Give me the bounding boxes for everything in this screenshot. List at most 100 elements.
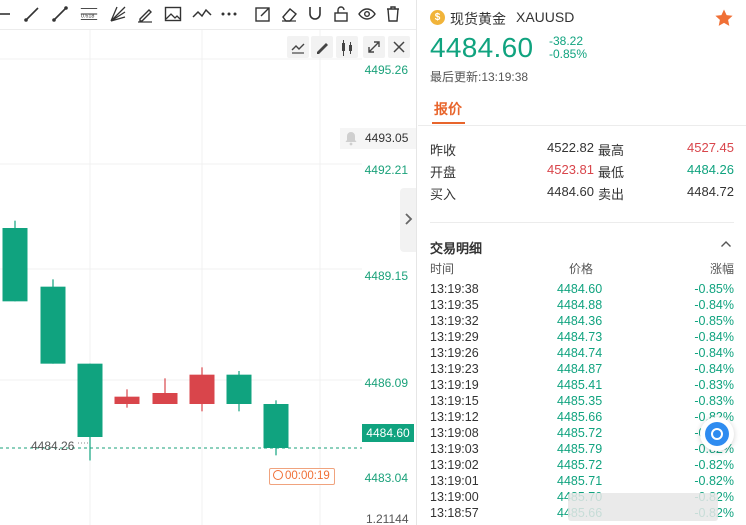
- close-icon[interactable]: [388, 36, 410, 58]
- trade-row: 13:19:26 4484.74 -0.84%: [418, 346, 746, 362]
- price-tick: 4486.09: [364, 376, 408, 390]
- candle-body[interactable]: [114, 396, 140, 404]
- trade-row: 13:19:02 4485.72 -0.82%: [418, 458, 746, 474]
- trade-price: 4485.66: [557, 410, 603, 424]
- trades-list[interactable]: 13:19:38 4484.60 -0.85% 13:19:35 4484.88 -0.8…: [418, 282, 746, 525]
- magnet-icon[interactable]: [305, 4, 325, 24]
- collapse-panel-button[interactable]: [400, 188, 416, 252]
- trend-line-icon[interactable]: [50, 4, 70, 24]
- trade-row: 13:19:38 4484.60 -0.85%: [418, 282, 746, 298]
- trade-price: 4485.41: [557, 378, 603, 392]
- trade-time: 13:18:57: [430, 506, 479, 520]
- divider: [430, 222, 734, 223]
- fan-icon[interactable]: [108, 4, 128, 24]
- trade-row: 13:19:35 4484.88 -0.84%: [418, 298, 746, 314]
- note-icon[interactable]: [253, 4, 273, 24]
- last-update-time: 最后更新:13:19:38: [430, 70, 529, 84]
- trade-change: -0.84%: [694, 298, 734, 312]
- trade-change: -0.82%: [694, 458, 734, 472]
- trade-time: 13:19:01: [430, 474, 479, 488]
- candle-style-icon[interactable]: [336, 36, 358, 58]
- lock-icon[interactable]: [331, 4, 351, 24]
- fullscreen-icon[interactable]: [363, 36, 385, 58]
- indicator-icon[interactable]: [287, 36, 309, 58]
- countdown-text: 00:00:19: [285, 470, 330, 482]
- candle-body[interactable]: [226, 374, 252, 404]
- wave-icon[interactable]: [192, 4, 212, 24]
- trade-row: 13:19:23 4484.87 -0.84%: [418, 362, 746, 378]
- trade-price: 4484.36: [557, 314, 603, 328]
- trade-time: 13:19:32: [430, 314, 479, 328]
- symbol-name: 现货黄金: [450, 11, 506, 27]
- stat-label: 最高: [598, 143, 625, 158]
- more-icon[interactable]: [219, 4, 239, 24]
- ray-tool-icon[interactable]: [22, 4, 42, 24]
- trade-time: 13:19:23: [430, 362, 479, 376]
- stat-value: 4527.45: [687, 140, 734, 155]
- trade-price: 4485.35: [557, 394, 603, 408]
- trade-row: 13:19:124485.66-0.82%: [418, 410, 746, 426]
- brush-icon[interactable]: [135, 4, 155, 24]
- trade-price: 4485.71: [557, 474, 603, 488]
- trade-change: -0.84%: [694, 346, 734, 360]
- current-price-tag: 4484.60: [362, 424, 414, 442]
- trade-change: -0.83%: [694, 378, 734, 392]
- trade-row: 13:19:034485.79-0.82%: [418, 442, 746, 458]
- trade-row: 13:19:15 4485.35 -0.83%: [418, 394, 746, 410]
- eraser-icon[interactable]: [279, 4, 299, 24]
- trash-icon[interactable]: [383, 4, 403, 24]
- stat-value: 4484.60: [547, 184, 594, 199]
- candle-body[interactable]: [263, 404, 289, 448]
- trade-change: -0.85%: [694, 282, 734, 296]
- trade-row: 13:19:19 4485.41 -0.83%: [418, 378, 746, 394]
- divider: [418, 125, 746, 126]
- trade-time: 13:19:03: [430, 442, 479, 456]
- candle-body[interactable]: [40, 286, 66, 364]
- trade-row: 13:19:32 4484.36 -0.85%: [418, 314, 746, 330]
- candle-body[interactable]: [189, 374, 215, 404]
- stat-label: 昨收: [430, 143, 457, 158]
- chart-area[interactable]: 0.618 4495.26 4492.21 4489.15 4486.09 44…: [0, 0, 417, 525]
- favorite-star-icon[interactable]: [714, 8, 734, 28]
- customer-service-icon[interactable]: [700, 417, 734, 451]
- stat-value: 4523.81: [547, 162, 594, 177]
- trade-change: -0.84%: [694, 362, 734, 376]
- line-tool-icon[interactable]: [0, 4, 16, 24]
- trade-time: 13:19:02: [430, 458, 479, 472]
- image-icon[interactable]: [163, 4, 183, 24]
- trade-time: 13:19:08: [430, 426, 479, 440]
- trade-change: -0.83%: [694, 394, 734, 408]
- gold-coin-icon: [430, 10, 445, 25]
- fibonacci-label: 0.618: [81, 14, 95, 20]
- candle-body[interactable]: [2, 228, 28, 302]
- draw-pen-icon[interactable]: [311, 36, 333, 58]
- candle-body[interactable]: [152, 393, 178, 404]
- alert-price: 4493.05: [365, 131, 409, 145]
- chevron-up-icon[interactable]: [720, 238, 732, 250]
- candle-body[interactable]: [77, 363, 103, 437]
- trade-time: 13:19:29: [430, 330, 479, 344]
- trade-price: 4484.73: [557, 330, 603, 344]
- stat-label: 买入: [430, 187, 457, 202]
- price-change: -38.22: [549, 34, 584, 48]
- eye-icon[interactable]: [357, 4, 377, 24]
- trade-price: 4485.79: [557, 442, 603, 456]
- trade-time: 13:19:15: [430, 394, 479, 408]
- stat-value: 4484.26: [687, 162, 734, 177]
- trade-price: 4484.60: [557, 282, 603, 296]
- symbol-code: XAUUSD: [516, 9, 575, 25]
- quote-panel: 现货黄金 XAUUSD 4484.60 -38.22 -0.85% 最后更新:1…: [418, 0, 746, 525]
- tab-quote[interactable]: 报价: [434, 99, 462, 119]
- price-alert-badge[interactable]: 4493.05: [340, 128, 416, 149]
- trade-time: 13:19:38: [430, 282, 479, 296]
- app-root: 0.618 4495.26 4492.21 4489.15 4486.09 44…: [0, 0, 746, 525]
- price-tick: 4489.15: [364, 269, 408, 283]
- stat-value: 4484.72: [687, 184, 734, 199]
- tab-active-indicator: [432, 122, 465, 124]
- stat-label: 最低: [598, 165, 625, 180]
- fibonacci-icon[interactable]: 0.618: [79, 4, 101, 24]
- stat-label: 开盘: [430, 165, 457, 180]
- stat-value: 4522.82: [547, 140, 594, 155]
- bell-icon: [345, 132, 357, 146]
- trade-price: 4485.72: [557, 426, 603, 440]
